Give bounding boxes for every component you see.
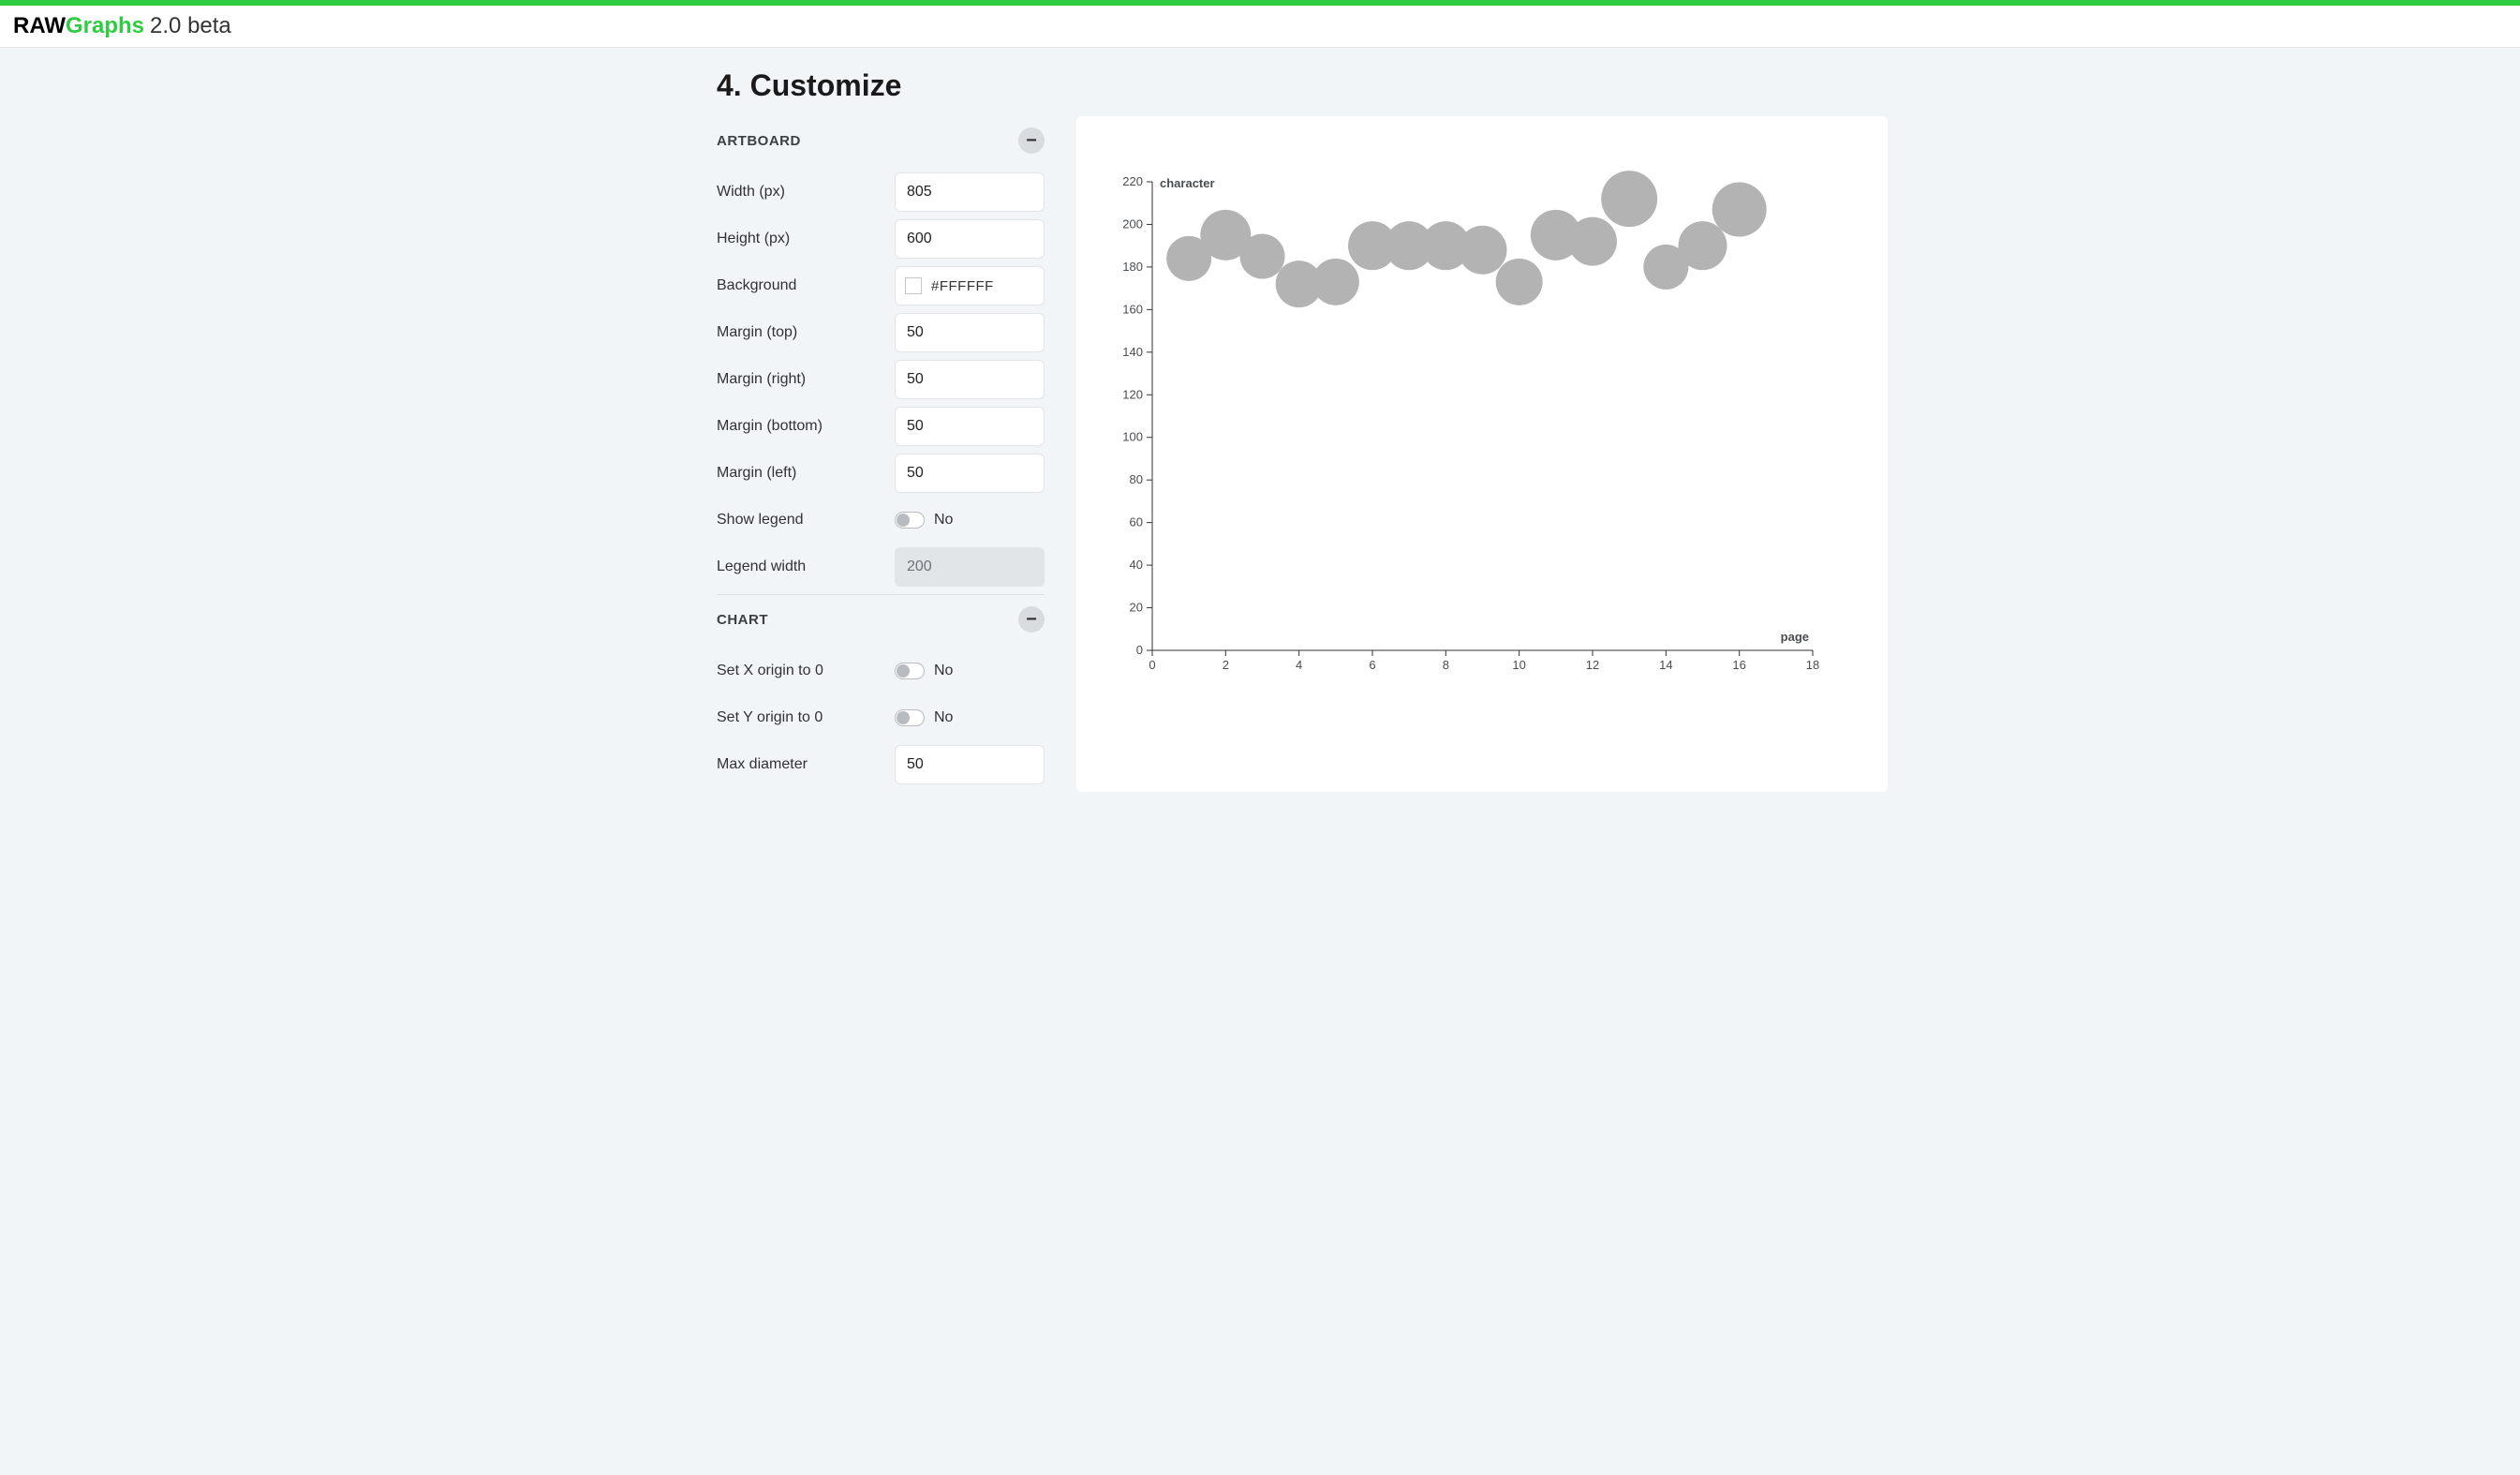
- group-title-chart: CHART: [717, 612, 768, 628]
- group-title-artboard: ARTBOARD: [717, 133, 801, 149]
- width-input[interactable]: [895, 172, 1045, 212]
- row-height: Height (px): [717, 219, 1045, 259]
- set-x-origin-value: No: [934, 663, 953, 679]
- page-title: 4. Customize: [717, 65, 1925, 116]
- svg-text:page: page: [1780, 630, 1808, 644]
- show-legend-value: No: [934, 512, 953, 529]
- max-diameter-label: Max diameter: [717, 756, 808, 773]
- margin-bottom-input[interactable]: [895, 407, 1045, 446]
- background-color-picker[interactable]: #FFFFFF: [895, 266, 1045, 305]
- collapse-artboard-button[interactable]: −: [1018, 127, 1045, 154]
- height-label: Height (px): [717, 231, 790, 247]
- background-label: Background: [717, 277, 796, 294]
- color-swatch-icon: [905, 277, 922, 294]
- svg-text:character: character: [1160, 176, 1215, 190]
- row-show-legend: Show legend No: [717, 500, 1045, 540]
- row-background: Background #FFFFFF: [717, 266, 1045, 305]
- svg-text:40: 40: [1129, 558, 1142, 572]
- svg-text:10: 10: [1512, 658, 1525, 672]
- bubble-scatter-chart: 0 20 40 60 80 100 120 140 160 180 200 220 0 2 4 6 8 10 12 1…: [1105, 135, 1860, 697]
- svg-text:140: 140: [1122, 345, 1143, 359]
- group-header-artboard: ARTBOARD −: [717, 116, 1045, 165]
- svg-text:2: 2: [1222, 658, 1228, 672]
- margin-top-label: Margin (top): [717, 324, 797, 341]
- svg-text:200: 200: [1122, 216, 1143, 231]
- collapse-chart-button[interactable]: −: [1018, 606, 1045, 633]
- max-diameter-input[interactable]: [895, 745, 1045, 784]
- set-y-origin-label: Set Y origin to 0: [717, 709, 823, 726]
- svg-text:14: 14: [1659, 658, 1672, 672]
- margin-left-label: Margin (left): [717, 465, 796, 482]
- row-set-y-origin: Set Y origin to 0 No: [717, 698, 1045, 738]
- set-x-origin-label: Set X origin to 0: [717, 663, 823, 679]
- margin-right-label: Margin (right): [717, 371, 806, 388]
- row-width: Width (px): [717, 172, 1045, 212]
- row-margin-left: Margin (left): [717, 454, 1045, 493]
- group-header-chart: CHART −: [717, 594, 1045, 644]
- customize-sidebar: ARTBOARD − Width (px) Height (px) Backgr…: [717, 116, 1045, 792]
- margin-left-input[interactable]: [895, 454, 1045, 493]
- svg-text:18: 18: [1805, 658, 1818, 672]
- svg-text:8: 8: [1442, 658, 1448, 672]
- svg-text:0: 0: [1149, 658, 1155, 672]
- set-y-origin-toggle[interactable]: [895, 709, 925, 726]
- row-margin-top: Margin (top): [717, 313, 1045, 352]
- background-value: #FFFFFF: [931, 278, 994, 294]
- show-legend-label: Show legend: [717, 512, 804, 529]
- row-legend-width: Legend width 200: [717, 547, 1045, 587]
- svg-text:4: 4: [1296, 658, 1302, 672]
- set-x-origin-toggle[interactable]: [895, 663, 925, 679]
- margin-bottom-label: Margin (bottom): [717, 418, 823, 435]
- row-set-x-origin: Set X origin to 0 No: [717, 651, 1045, 691]
- svg-text:60: 60: [1129, 515, 1142, 529]
- svg-text:12: 12: [1585, 658, 1598, 672]
- app-header: RAWGraphs2.0 beta: [0, 6, 2520, 48]
- width-label: Width (px): [717, 184, 785, 201]
- brand-version: 2.0 beta: [150, 13, 231, 38]
- show-legend-toggle[interactable]: [895, 512, 925, 529]
- margin-right-input[interactable]: [895, 360, 1045, 399]
- svg-text:6: 6: [1369, 658, 1375, 672]
- svg-text:80: 80: [1129, 472, 1142, 486]
- svg-text:120: 120: [1122, 387, 1143, 401]
- svg-text:100: 100: [1122, 430, 1143, 444]
- legend-width-label: Legend width: [717, 559, 806, 575]
- svg-text:220: 220: [1122, 174, 1143, 188]
- chart-preview-panel: 0 20 40 60 80 100 120 140 160 180 200 220 0 2 4 6 8 10 12 1…: [1076, 116, 1888, 792]
- row-max-diameter: Max diameter: [717, 745, 1045, 784]
- row-margin-bottom: Margin (bottom): [717, 407, 1045, 446]
- row-margin-right: Margin (right): [717, 360, 1045, 399]
- legend-width-input: 200: [895, 547, 1045, 587]
- svg-text:16: 16: [1732, 658, 1745, 672]
- svg-text:0: 0: [1135, 643, 1142, 657]
- brand-raw: RAW: [13, 13, 66, 38]
- svg-text:20: 20: [1129, 601, 1142, 615]
- svg-text:160: 160: [1122, 302, 1143, 316]
- margin-top-input[interactable]: [895, 313, 1045, 352]
- set-y-origin-value: No: [934, 709, 953, 726]
- svg-text:180: 180: [1122, 260, 1143, 274]
- brand-graphs: Graphs: [66, 13, 144, 38]
- height-input[interactable]: [895, 219, 1045, 259]
